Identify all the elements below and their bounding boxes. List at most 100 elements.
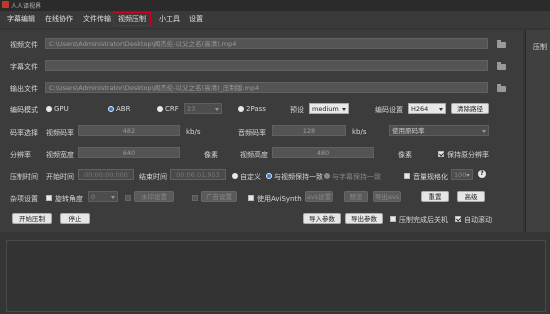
divider <box>0 232 550 240</box>
export-params-button[interactable]: 导出参数 <box>345 213 383 224</box>
subtitle-file-input[interactable] <box>45 60 488 71</box>
custom-time-radio[interactable] <box>232 173 238 179</box>
width-label: 视频宽度 <box>46 151 74 159</box>
chevron-down-icon <box>111 196 115 199</box>
watermark-checkbox[interactable] <box>125 195 131 201</box>
end-time-label: 结束时间 <box>139 173 167 181</box>
rotate-value: 0 <box>91 193 96 201</box>
abr-label: ABR <box>116 105 131 113</box>
ad-settings-button[interactable]: 广告设置 <box>201 191 237 202</box>
chevron-down-icon <box>342 108 346 111</box>
gpu-radio[interactable] <box>46 106 52 112</box>
codec-value: H264 <box>411 105 429 113</box>
auto-scroll-checkbox[interactable] <box>455 216 461 222</box>
menu-tools[interactable]: 小工具 <box>159 14 180 24</box>
bitrate-label: 码率选择 <box>10 129 38 137</box>
side-panel-label: 压制 <box>533 43 547 51</box>
shutdown-checkbox[interactable] <box>390 216 396 222</box>
start-encode-button[interactable]: 开始压制 <box>12 213 52 224</box>
keep-resolution-label: 保持原分辨率 <box>447 151 489 159</box>
preset-label: 预设 <box>290 106 304 114</box>
normalize-value-select[interactable]: 100 <box>451 169 473 180</box>
misc-settings-label: 杂项设置 <box>10 195 38 203</box>
crf-value: 23 <box>187 105 196 113</box>
chevron-down-icon <box>466 174 470 177</box>
encode-time-label: 压制时间 <box>10 173 38 181</box>
import-params-button[interactable]: 导入参数 <box>303 213 341 224</box>
folder-icon[interactable] <box>497 62 506 70</box>
window-title: 人人译视界 <box>11 3 42 10</box>
menu-video-encode[interactable]: 视频压制 <box>113 12 151 26</box>
normalize-value: 100 <box>454 171 467 179</box>
abr-radio[interactable] <box>108 106 114 112</box>
ad-checkbox[interactable] <box>192 195 198 201</box>
width-unit: 像素 <box>204 151 218 159</box>
rotate-checkbox[interactable] <box>46 195 52 201</box>
gpu-label: GPU <box>54 105 69 113</box>
crf-radio[interactable] <box>157 106 163 112</box>
audio-bitrate-input[interactable]: 128 <box>272 125 346 136</box>
menu-settings[interactable]: 设置 <box>189 14 203 24</box>
match-subtitle-radio[interactable] <box>324 173 330 179</box>
log-output-area[interactable] <box>6 240 546 312</box>
start-time-label: 开始时间 <box>46 173 74 181</box>
avisynth-label: 使用AviSynth <box>257 195 302 203</box>
normalize-label: 音量规格化 <box>413 173 448 181</box>
avs-settings-button[interactable]: avs设置 <box>305 191 333 202</box>
custom-time-label: 自定义 <box>240 173 261 181</box>
menu-file-transfer[interactable]: 文件传输 <box>83 14 111 24</box>
codec-select[interactable]: H264 <box>408 103 446 114</box>
crf-value-select[interactable]: 23 <box>184 103 222 114</box>
menu-online-collab[interactable]: 在线协作 <box>45 14 73 24</box>
export-avs-button[interactable]: 导出avs <box>373 191 401 202</box>
end-time-input[interactable]: 00:06:01.953 <box>170 169 226 180</box>
codec-label: 编码设置 <box>375 106 403 114</box>
video-bitrate-label: 视频码率 <box>46 129 74 137</box>
audio-bitrate-label: 音频码率 <box>238 129 266 137</box>
rotate-label: 旋转角度 <box>55 195 83 203</box>
title-bar <box>0 0 550 11</box>
match-subtitle-label: 与字幕保持一致 <box>332 173 381 181</box>
height-unit: 像素 <box>398 151 412 159</box>
auto-scroll-label: 自动滚动 <box>464 216 492 224</box>
video-bitrate-input[interactable]: 482 <box>78 125 180 136</box>
preview-button[interactable]: 预览 <box>344 191 368 202</box>
shutdown-label: 压制完成后关机 <box>399 216 448 224</box>
start-time-input[interactable]: 00:00:00.000 <box>78 169 134 180</box>
output-file-input[interactable]: C:\Users\Administrator\Desktop\闻杰伦-以父之名(… <box>45 82 488 93</box>
avisynth-checkbox[interactable] <box>248 195 254 201</box>
help-icon[interactable]: ? <box>478 170 486 178</box>
height-input[interactable]: 480 <box>272 147 374 158</box>
match-video-radio[interactable] <box>266 173 272 179</box>
output-file-label: 输出文件 <box>10 85 38 93</box>
width-input[interactable]: 640 <box>78 147 180 158</box>
height-label: 视频高度 <box>240 151 268 159</box>
reset-button[interactable]: 重置 <box>421 191 449 202</box>
resolution-label: 分辨率 <box>10 151 31 159</box>
preset-select[interactable]: medium <box>309 103 349 114</box>
menu-subtitle-edit[interactable]: 字幕编辑 <box>7 14 35 24</box>
rotate-select[interactable]: 0 <box>88 191 118 202</box>
advanced-button[interactable]: 高级 <box>457 191 485 202</box>
video-bitrate-unit: kb/s <box>186 128 201 136</box>
normalize-checkbox[interactable] <box>404 173 410 179</box>
source-bitrate-select[interactable]: 使用原码率 <box>389 125 489 136</box>
encode-mode-label: 编码模式 <box>10 106 38 114</box>
twopass-label: 2Pass <box>246 105 266 113</box>
twopass-radio[interactable] <box>238 106 244 112</box>
subtitle-file-label: 字幕文件 <box>10 63 38 71</box>
video-file-input[interactable]: C:\Users\Administrator\Desktop\闻杰伦-以父之名(… <box>45 38 488 49</box>
chevron-down-icon <box>482 130 486 133</box>
source-bitrate-value: 使用原码率 <box>392 127 425 135</box>
audio-bitrate-unit: kb/s <box>352 128 367 136</box>
side-panel <box>525 30 550 232</box>
keep-resolution-checkbox[interactable] <box>438 151 444 157</box>
watermark-settings-button[interactable]: 水印设置 <box>134 191 174 202</box>
video-file-label: 视频文件 <box>10 41 38 49</box>
folder-icon[interactable] <box>497 40 506 48</box>
chevron-down-icon <box>439 108 443 111</box>
preset-value: medium <box>312 105 339 113</box>
folder-icon[interactable] <box>497 84 506 92</box>
clear-path-button[interactable]: 清除路径 <box>451 103 489 114</box>
stop-button[interactable]: 停止 <box>60 213 90 224</box>
